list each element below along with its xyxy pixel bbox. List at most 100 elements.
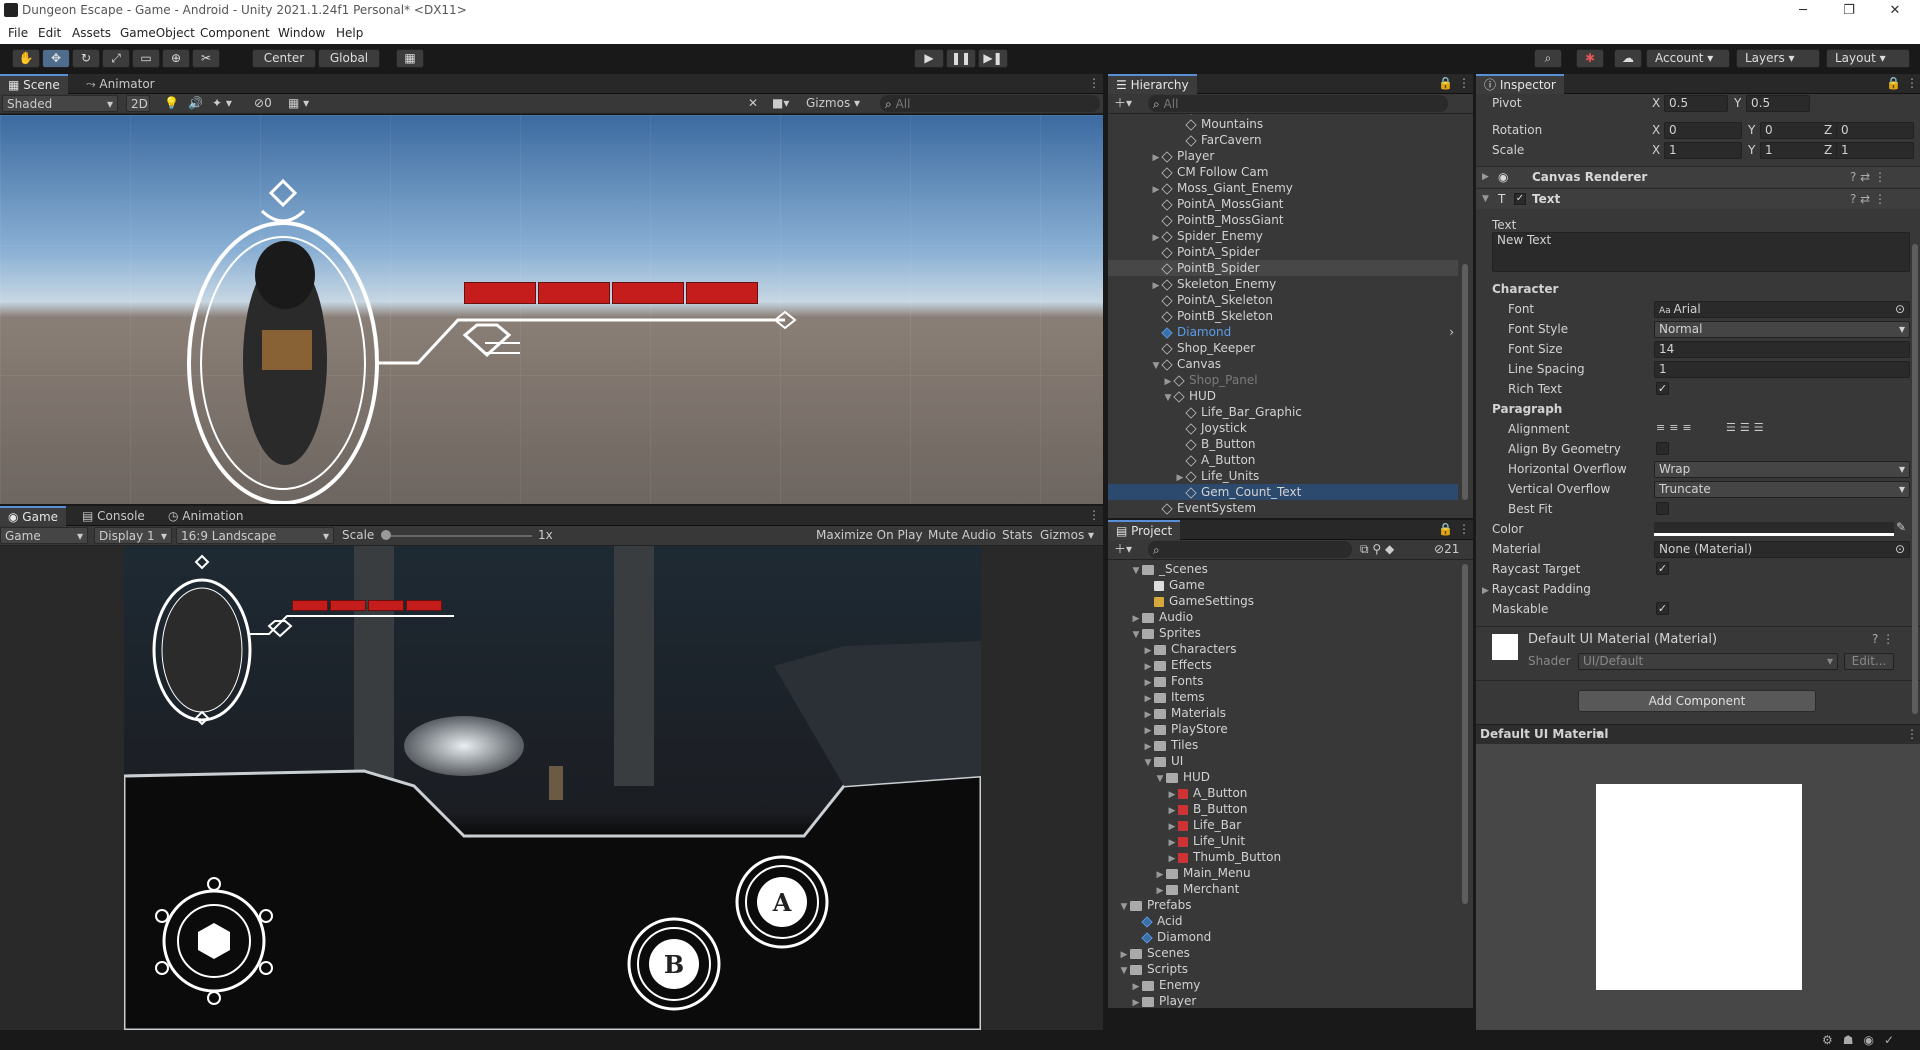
hierarchy-item[interactable]: ▶ Skeleton_Enemy	[1108, 276, 1458, 292]
close-button[interactable]: ✕	[1872, 0, 1918, 22]
hierarchy-item[interactable]: PointB_Spider	[1108, 260, 1458, 276]
project-item[interactable]: ▶ Main_Menu	[1108, 865, 1458, 881]
project-item[interactable]: ▶ Scenes	[1108, 945, 1458, 961]
hierarchy-item[interactable]: ▼ HUD	[1108, 388, 1458, 404]
maximize-button[interactable]: ❐	[1826, 0, 1872, 22]
menu-file[interactable]: File	[8, 26, 28, 40]
project-scrollbar[interactable]	[1462, 564, 1468, 904]
font-size-field[interactable]: 14	[1654, 341, 1910, 358]
pause-button[interactable]: ❚❚	[946, 49, 976, 68]
project-item[interactable]: ▶ Fonts	[1108, 673, 1458, 689]
chevron-right-icon[interactable]: ›	[1449, 324, 1454, 340]
game-gizmos-dropdown[interactable]: Gizmos ▾	[1040, 527, 1094, 544]
grid-icon[interactable]: ▦ ▾	[288, 95, 309, 112]
minimize-button[interactable]: ─	[1780, 0, 1826, 22]
account-dropdown[interactable]: Account ▾	[1646, 49, 1730, 68]
hierarchy-item[interactable]: Mountains	[1108, 116, 1458, 132]
project-item[interactable]: ▶ Tiles	[1108, 737, 1458, 753]
shader-edit-button[interactable]: Edit...	[1844, 653, 1894, 670]
scale-z-field[interactable]: 1	[1836, 142, 1914, 159]
hierarchy-item[interactable]: Shop_Keeper	[1108, 340, 1458, 356]
tab-animation[interactable]: ◷ Animation	[160, 506, 251, 526]
project-item[interactable]: ▶ B_Button	[1108, 801, 1458, 817]
font-field[interactable]: Aa Arial ⊙	[1654, 301, 1910, 318]
custom-tool-icon[interactable]: ✂	[192, 49, 220, 68]
project-item[interactable]: ▶ Merchant	[1108, 881, 1458, 897]
b-button[interactable]: B	[624, 914, 724, 1014]
project-item[interactable]: ▶ Enemy	[1108, 977, 1458, 993]
rotate-tool-icon[interactable]: ↻	[72, 49, 100, 68]
collab-icon[interactable]: ✱	[1576, 49, 1604, 68]
a-button[interactable]: A	[732, 852, 832, 952]
more-menu-icon[interactable]: ⋮	[1458, 522, 1470, 536]
menu-component[interactable]: Component	[200, 26, 270, 40]
project-item[interactable]: ▼ Sprites	[1108, 625, 1458, 641]
rotation-x-field[interactable]: 0	[1664, 122, 1742, 139]
project-item[interactable]: ▶ Characters	[1108, 641, 1458, 657]
create-asset-button[interactable]: ＋▾	[1114, 541, 1132, 558]
aspect-dropdown[interactable]: 16:9 Landscape ▾	[176, 527, 334, 544]
scene-search-input[interactable]: ⌕ All	[880, 95, 1100, 112]
hierarchy-item[interactable]: ▶ Spider_Enemy	[1108, 228, 1458, 244]
vertical-overflow-dropdown[interactable]: Truncate ▾	[1654, 481, 1910, 498]
tab-project[interactable]: ▤ Project	[1108, 520, 1181, 540]
project-item[interactable]: ▼ _Scenes	[1108, 561, 1458, 577]
best-fit-checkbox[interactable]	[1656, 502, 1669, 515]
project-item[interactable]: ▶ Audio	[1108, 609, 1458, 625]
hierarchy-item[interactable]: ▶ Life_Units	[1108, 468, 1458, 484]
hierarchy-item[interactable]: A_Button	[1108, 452, 1458, 468]
more-menu-icon[interactable]: ⋮	[1906, 727, 1918, 741]
hidden-packages-toggle[interactable]: ⊘21	[1434, 541, 1459, 558]
line-spacing-field[interactable]: 1	[1654, 361, 1910, 378]
mute-audio-toggle[interactable]: Mute Audio	[928, 527, 996, 544]
hierarchy-item[interactable]: Gem_Count_Text	[1108, 484, 1458, 500]
tab-game[interactable]: ◉ Game	[0, 506, 67, 526]
eyedropper-icon[interactable]: ✎	[1896, 520, 1906, 534]
font-style-dropdown[interactable]: Normal ▾	[1654, 321, 1910, 338]
tools-icon[interactable]: ✕	[748, 95, 758, 112]
text-value-field[interactable]: New Text	[1492, 232, 1910, 272]
raycast-padding-row[interactable]: ▶ Raycast Padding	[1482, 582, 1591, 596]
material-help-icons[interactable]: ? ⋮	[1872, 632, 1894, 646]
inspector-scrollbar[interactable]	[1912, 244, 1918, 714]
vertical-alignment-buttons[interactable]: ☰☰☰	[1726, 421, 1768, 434]
hierarchy-item[interactable]: PointB_Skeleton	[1108, 308, 1458, 324]
menu-help[interactable]: Help	[336, 26, 363, 40]
component-menu-icons[interactable]: ? ⇄ ⋮	[1850, 167, 1886, 187]
move-tool-icon[interactable]: ✥	[42, 49, 70, 68]
tab-scene[interactable]: ▦ Scene	[0, 74, 68, 94]
pivot-x-field[interactable]: 0.5	[1664, 95, 1728, 112]
hierarchy-item[interactable]: EventSystem	[1108, 500, 1458, 516]
lighting-icon[interactable]: 💡	[164, 95, 179, 112]
scale-slider[interactable]	[384, 535, 532, 537]
add-object-button[interactable]: ＋▾	[1114, 95, 1132, 112]
project-item[interactable]: ▼ Prefabs	[1108, 897, 1458, 913]
hierarchy-item[interactable]: ▶ Moss_Giant_Enemy	[1108, 180, 1458, 196]
maximize-on-play-toggle[interactable]: Maximize On Play	[816, 527, 923, 544]
layout-dropdown[interactable]: Layout ▾	[1826, 49, 1910, 68]
tab-animator[interactable]: ⤳ Animator	[78, 74, 163, 94]
hierarchy-item[interactable]: PointB_MossGiant	[1108, 212, 1458, 228]
project-item[interactable]: ▶ Items	[1108, 689, 1458, 705]
align-geometry-checkbox[interactable]	[1656, 442, 1669, 455]
hierarchy-item[interactable]: ▶ Player	[1108, 148, 1458, 164]
component-menu-icons[interactable]: ? ⇄ ⋮	[1850, 189, 1886, 209]
color-field[interactable]	[1654, 522, 1894, 536]
hierarchy-item[interactable]: B_Button	[1108, 436, 1458, 452]
pivot-global-button[interactable]: Global	[318, 49, 380, 68]
joystick[interactable]	[154, 876, 274, 1006]
scale-x-field[interactable]: 1	[1664, 142, 1742, 159]
maskable-checkbox[interactable]: ✓	[1656, 602, 1669, 615]
shader-dropdown[interactable]: UI/Default ▾	[1578, 653, 1838, 670]
project-item[interactable]: Game	[1108, 577, 1458, 593]
game-mode-dropdown[interactable]: Game ▾	[0, 527, 88, 544]
menu-gameobject[interactable]: GameObject	[120, 26, 195, 40]
material-field[interactable]: None (Material) ⊙	[1654, 541, 1910, 558]
project-item[interactable]: ▶ Life_Bar	[1108, 817, 1458, 833]
project-item[interactable]: ▼ HUD	[1108, 769, 1458, 785]
more-menu-icon[interactable]: ⋮	[1088, 508, 1100, 522]
shading-mode-dropdown[interactable]: Shaded ▾	[2, 95, 118, 112]
project-item[interactable]: Diamond	[1108, 929, 1458, 945]
rich-text-checkbox[interactable]: ✓	[1656, 382, 1669, 395]
more-menu-icon[interactable]: ⋮	[1088, 76, 1100, 90]
